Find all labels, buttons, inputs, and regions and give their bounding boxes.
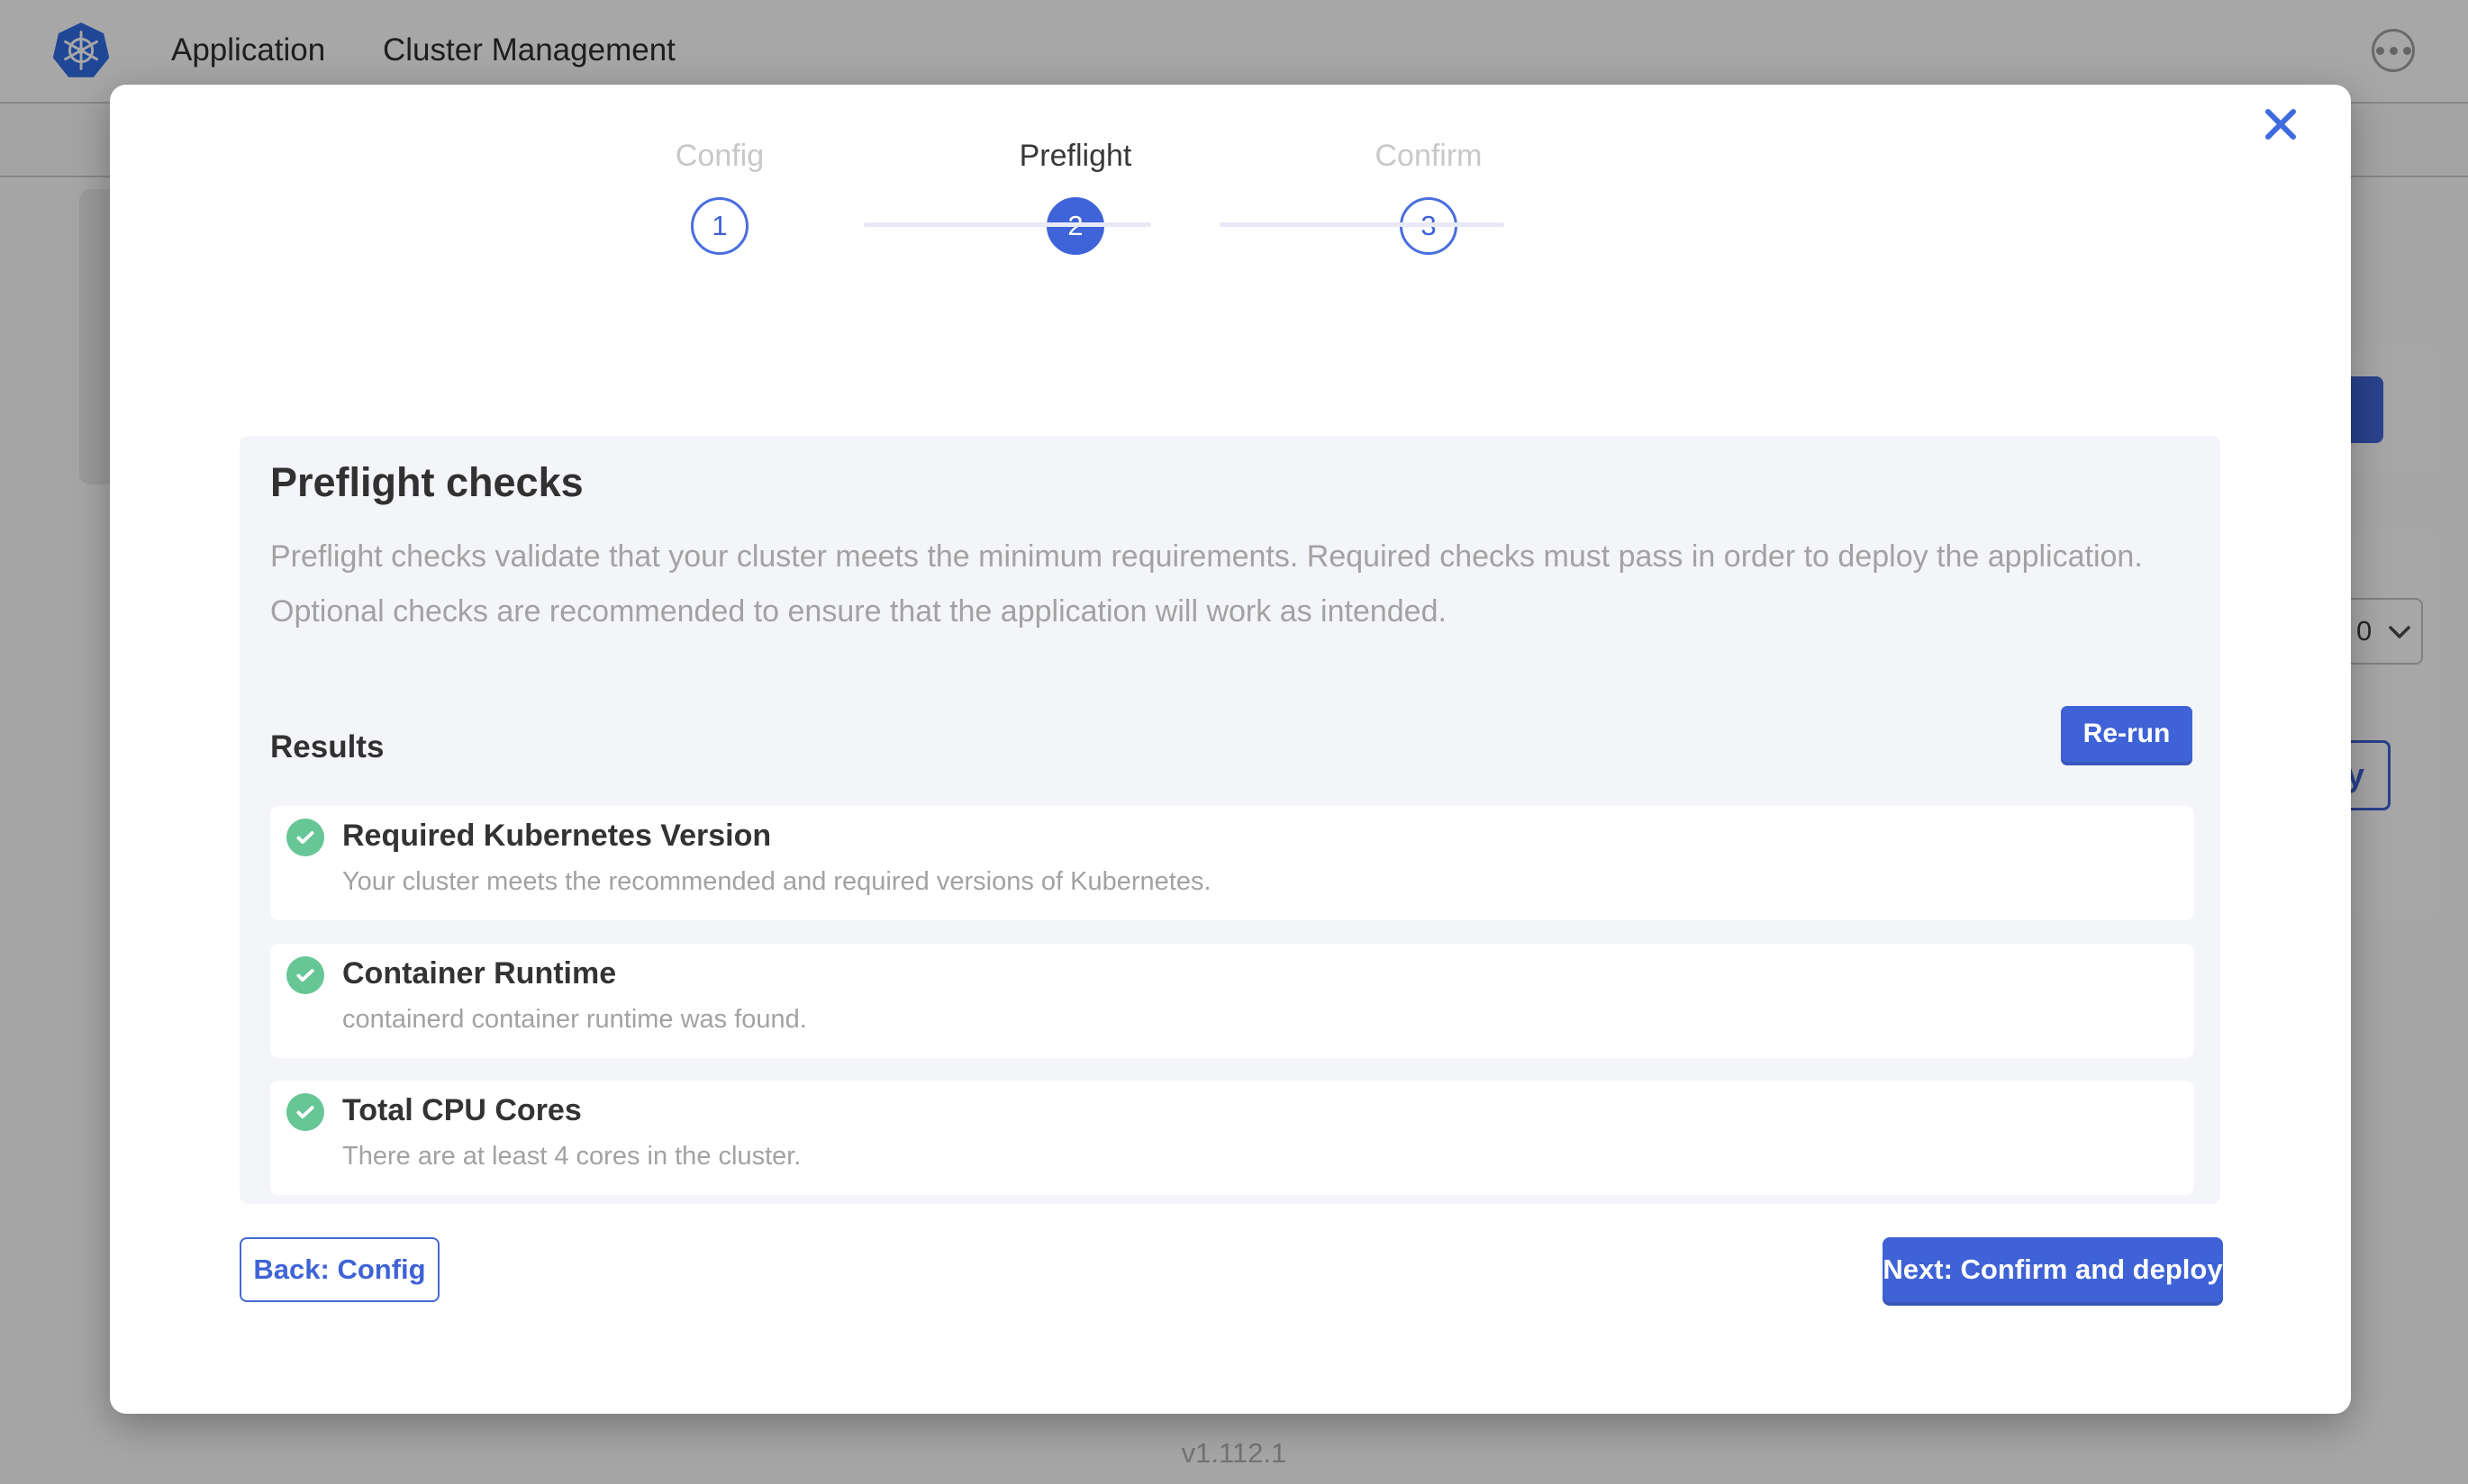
step-preflight: Preflight 2 [940,139,1211,255]
stepper-connector [864,222,1151,227]
preflight-check-row: Total CPU Cores There are at least 4 cor… [270,1081,2194,1195]
close-icon[interactable] [2257,101,2304,148]
check-pass-icon [286,956,324,994]
stepper-connector [1220,222,1504,227]
check-pass-icon [286,819,324,856]
preflight-description: Preflight checks validate that your clus… [270,529,2184,639]
check-title: Required Kubernetes Version [342,819,771,854]
results-heading: Results [270,729,384,765]
check-title: Container Runtime [342,956,616,991]
back-config-button[interactable]: Back: Config [240,1237,440,1302]
check-title: Total CPU Cores [342,1093,582,1128]
check-detail: Your cluster meets the recommended and r… [342,867,1211,897]
preflight-modal: Config 1 Preflight 2 Confirm 3 Preflight… [110,85,2351,1414]
step-confirm: Confirm 3 [1293,139,1564,255]
preflight-panel: Preflight checks Preflight checks valida… [240,436,2220,1204]
check-pass-icon [286,1093,324,1131]
step-label: Config [585,139,855,174]
step-label: Preflight [940,139,1211,174]
preflight-check-row: Required Kubernetes Version Your cluster… [270,806,2194,920]
preflight-check-row: Container Runtime containerd container r… [270,944,2194,1058]
step-config: Config 1 [585,139,855,255]
next-confirm-deploy-button[interactable]: Next: Confirm and deploy [1883,1237,2223,1302]
page-title: Preflight checks [270,459,584,506]
rerun-button[interactable]: Re-run [2061,706,2192,762]
check-detail: There are at least 4 cores in the cluste… [342,1142,801,1172]
step-label: Confirm [1293,139,1564,174]
step-circle-1[interactable]: 1 [691,197,749,255]
check-detail: containerd container runtime was found. [342,1005,807,1035]
